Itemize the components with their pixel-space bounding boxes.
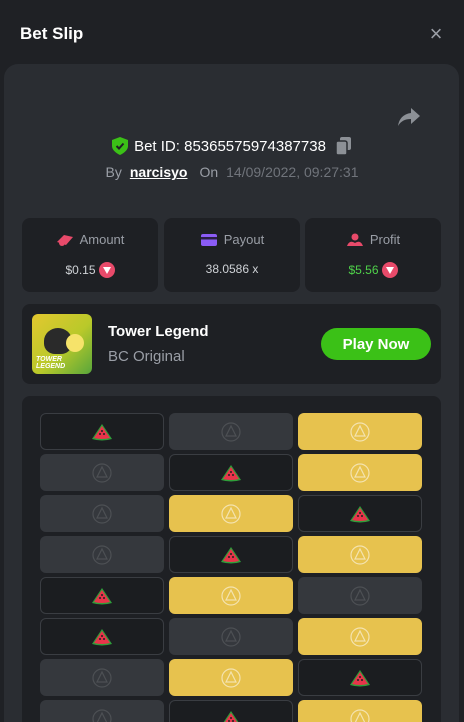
empty-slot-icon bbox=[221, 421, 241, 442]
share-icon[interactable] bbox=[397, 106, 421, 128]
payout-value: 38.0586 x bbox=[205, 262, 259, 276]
tile-revealed-safe bbox=[298, 536, 422, 573]
amount-value: $0.15 bbox=[65, 263, 96, 277]
tile-hidden bbox=[40, 659, 164, 696]
amount-label: Amount bbox=[79, 232, 125, 247]
tron-coin-icon bbox=[381, 262, 398, 278]
watermelon-icon bbox=[92, 628, 112, 645]
empty-slot-icon bbox=[221, 667, 241, 688]
watermelon-icon bbox=[92, 423, 112, 440]
close-icon[interactable]: × bbox=[426, 23, 446, 45]
game-thumbnail[interactable]: TOWER LEGEND bbox=[32, 314, 92, 374]
tile-watermelon bbox=[298, 495, 422, 532]
profit-label: Profit bbox=[369, 232, 401, 247]
tile-hidden bbox=[298, 577, 422, 614]
tile-watermelon bbox=[40, 618, 164, 655]
tile-watermelon bbox=[169, 536, 293, 573]
copy-icon[interactable] bbox=[335, 137, 352, 155]
play-now-button[interactable]: Play Now bbox=[321, 328, 431, 360]
by-label: By bbox=[105, 164, 122, 180]
dialog-title: Bet Slip bbox=[20, 24, 84, 43]
header: Bet Slip × bbox=[0, 0, 464, 66]
tile-hidden bbox=[40, 495, 164, 532]
payout-card: Payout 38.0586 x bbox=[164, 218, 300, 292]
game-name: Tower Legend bbox=[108, 323, 209, 340]
watermelon-icon bbox=[221, 464, 241, 481]
bet-datetime: 14/09/2022, 09:27:31 bbox=[226, 164, 359, 180]
game-card: TOWER LEGEND Tower Legend BC Original Pl… bbox=[22, 304, 441, 384]
tron-coin-icon bbox=[98, 262, 115, 278]
empty-slot-icon bbox=[350, 708, 370, 722]
empty-slot-icon bbox=[350, 421, 370, 442]
bet-meta-row: By narcisyo On 14/09/2022, 09:27:31 bbox=[0, 162, 464, 182]
tile-hidden bbox=[40, 700, 164, 722]
empty-slot-icon bbox=[92, 462, 112, 483]
empty-slot-icon bbox=[350, 626, 370, 647]
empty-slot-icon bbox=[221, 585, 241, 606]
tile-watermelon bbox=[169, 700, 293, 722]
profit-icon bbox=[346, 233, 363, 246]
tile-watermelon bbox=[40, 577, 164, 614]
empty-slot-icon bbox=[92, 503, 112, 524]
amount-card: Amount $0.15 bbox=[22, 218, 158, 292]
profit-value: $5.56 bbox=[348, 263, 379, 277]
thumbnail-logo-text: TOWER LEGEND bbox=[36, 356, 66, 370]
tile-revealed-safe bbox=[298, 413, 422, 450]
tile-revealed-safe bbox=[298, 700, 422, 722]
empty-slot-icon bbox=[92, 667, 112, 688]
payout-label: Payout bbox=[223, 232, 265, 247]
game-subtitle: BC Original bbox=[108, 348, 185, 365]
bet-id-row: Bet ID: 85365575974387738 bbox=[0, 134, 464, 158]
amount-icon bbox=[56, 234, 73, 246]
tile-revealed-safe bbox=[169, 577, 293, 614]
empty-slot-icon bbox=[350, 585, 370, 606]
verified-shield-icon bbox=[112, 137, 129, 155]
username-link[interactable]: narcisyo bbox=[130, 164, 188, 180]
tile-hidden bbox=[40, 536, 164, 573]
tile-hidden bbox=[169, 413, 293, 450]
tile-revealed-safe bbox=[298, 454, 422, 491]
empty-slot-icon bbox=[221, 626, 241, 647]
watermelon-icon bbox=[221, 546, 241, 563]
tile-watermelon bbox=[169, 454, 293, 491]
empty-slot-icon bbox=[221, 503, 241, 524]
watermelon-icon bbox=[350, 669, 370, 686]
profit-card: Profit $5.56 bbox=[305, 218, 441, 292]
tile-revealed-safe bbox=[169, 659, 293, 696]
tile-watermelon bbox=[40, 413, 164, 450]
watermelon-icon bbox=[350, 505, 370, 522]
empty-slot-icon bbox=[92, 544, 112, 565]
tile-revealed-safe bbox=[169, 495, 293, 532]
empty-slot-icon bbox=[350, 544, 370, 565]
tile-watermelon bbox=[298, 659, 422, 696]
wallet-icon bbox=[200, 233, 217, 246]
tile-hidden bbox=[169, 618, 293, 655]
watermelon-icon bbox=[92, 587, 112, 604]
tile-revealed-safe bbox=[298, 618, 422, 655]
bet-id: Bet ID: 85365575974387738 bbox=[134, 137, 326, 155]
empty-slot-icon bbox=[350, 462, 370, 483]
tower-board bbox=[22, 396, 441, 722]
empty-slot-icon bbox=[92, 708, 112, 722]
watermelon-icon bbox=[223, 710, 239, 722]
tile-hidden bbox=[40, 454, 164, 491]
on-label: On bbox=[199, 164, 219, 180]
